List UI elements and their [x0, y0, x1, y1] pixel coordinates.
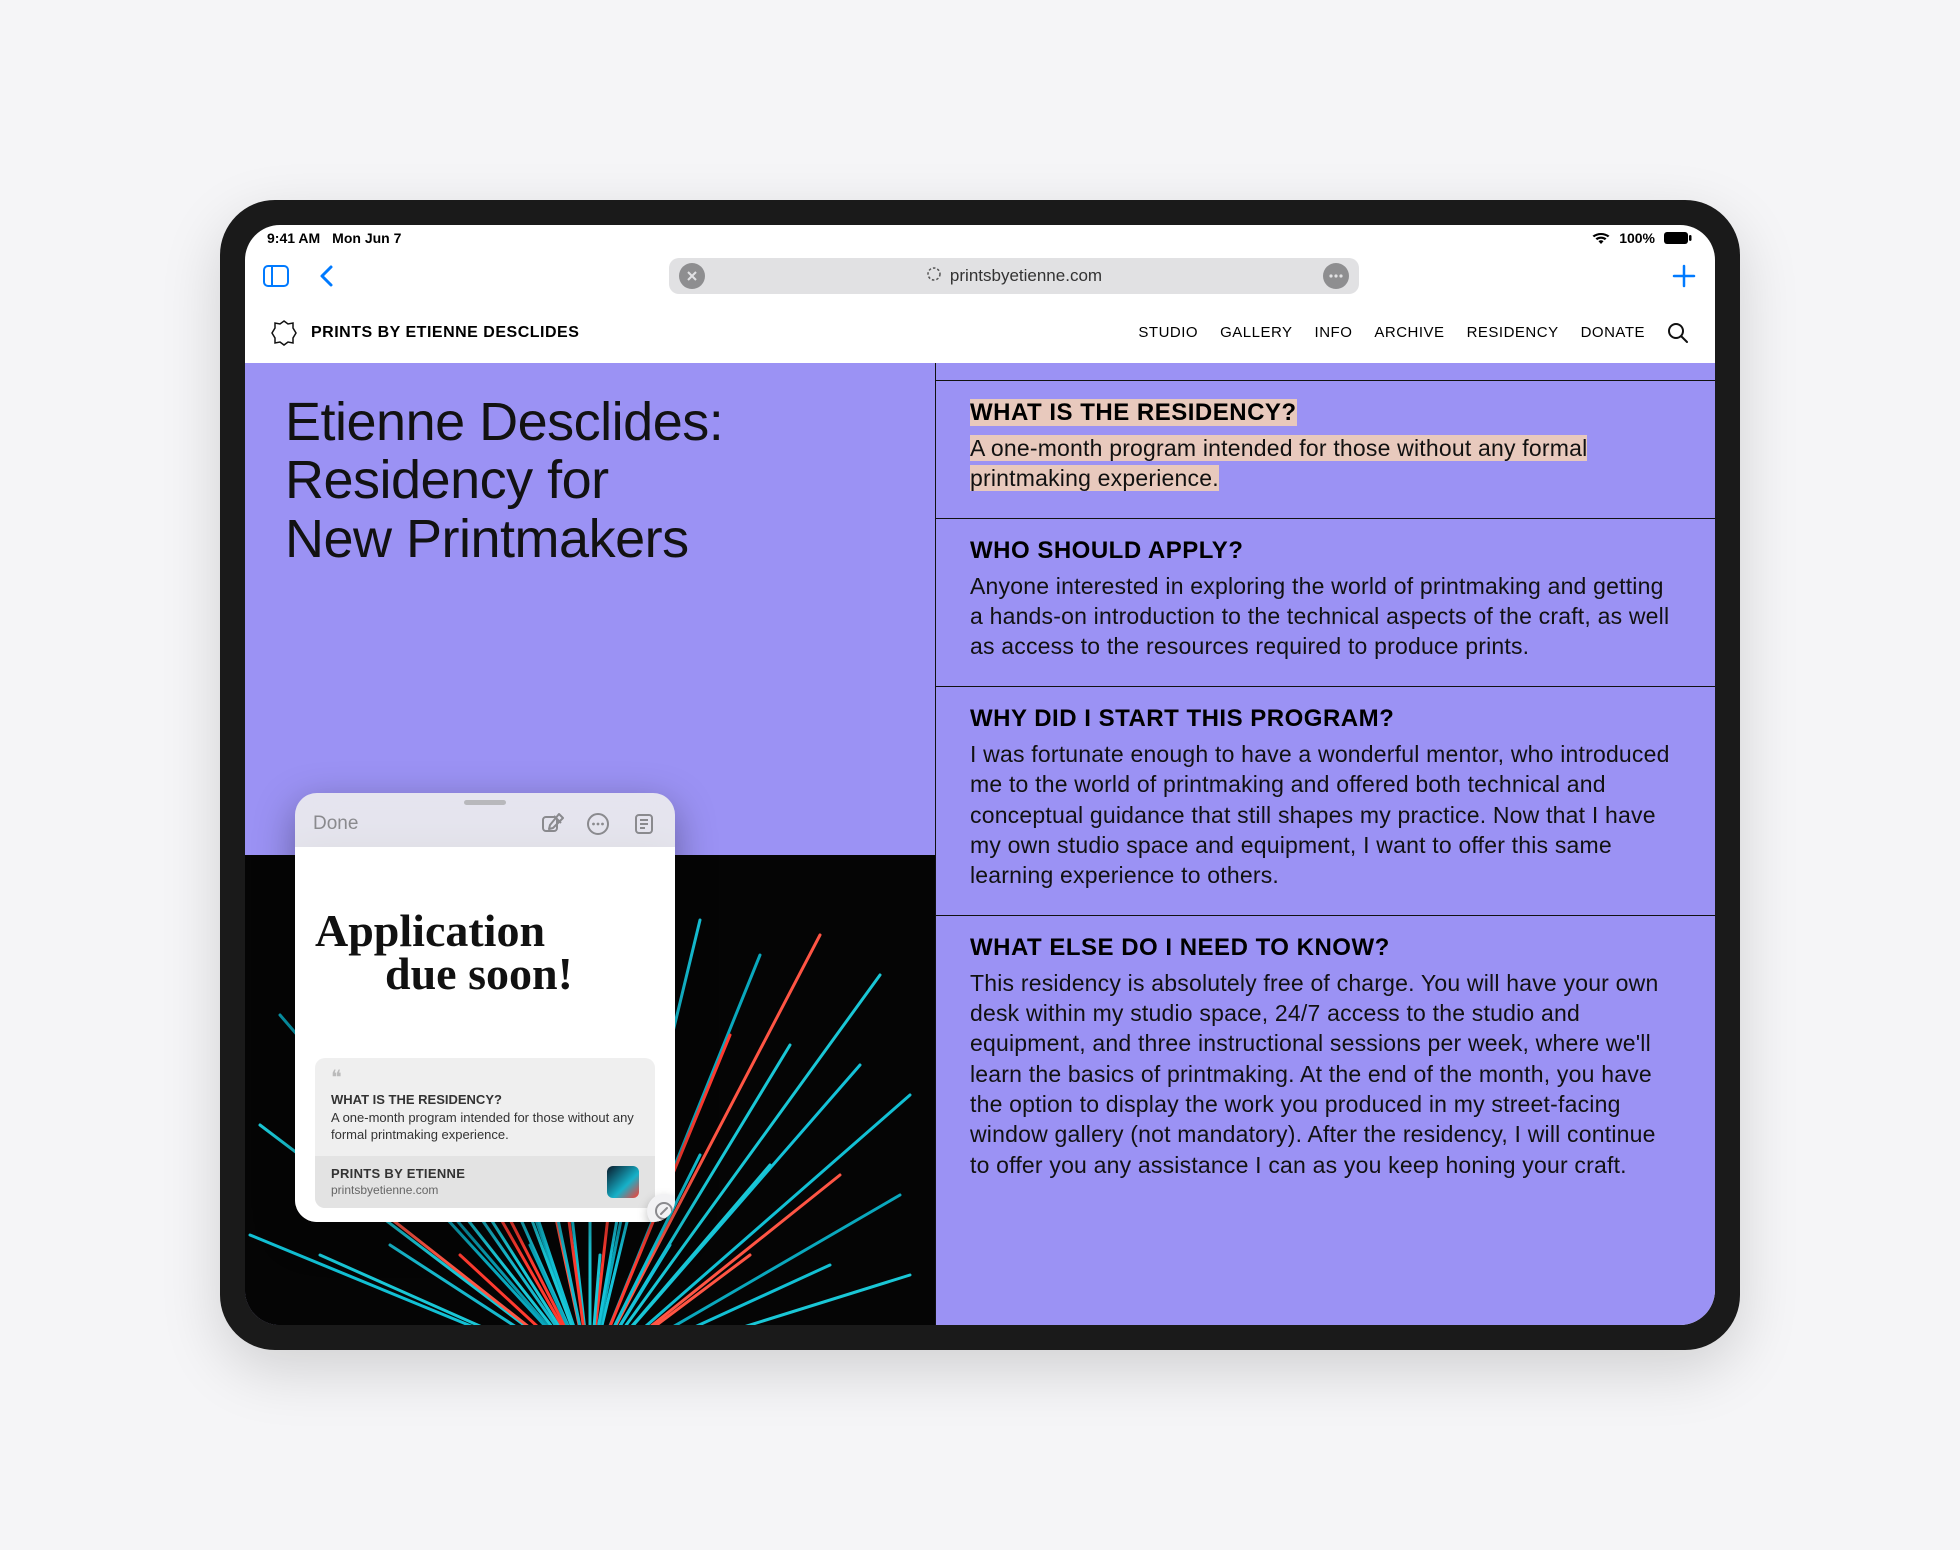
- faq-item: WHAT ELSE DO I NEED TO KNOW? This reside…: [936, 916, 1715, 1205]
- pencil-badge-icon[interactable]: [647, 1194, 675, 1222]
- new-tab-button[interactable]: [1667, 259, 1701, 293]
- sidebar-toggle-icon[interactable]: [259, 259, 293, 293]
- ipad-frame: 9:41 AM Mon Jun 7 100%: [220, 200, 1740, 1350]
- nav-links: STUDIO GALLERY INFO ARCHIVE RESIDENCY DO…: [1138, 322, 1689, 344]
- nav-gallery[interactable]: GALLERY: [1220, 324, 1292, 341]
- quote-title: WHAT IS THE RESIDENCY?: [331, 1092, 639, 1107]
- quick-note-body[interactable]: Application due soon! ❝ WHAT IS THE RESI…: [295, 847, 675, 1222]
- nav-donate[interactable]: DONATE: [1581, 324, 1645, 341]
- drag-handle-icon[interactable]: [295, 793, 675, 811]
- battery-icon: [1663, 231, 1693, 245]
- url-bar[interactable]: printsbyetienne.com: [669, 258, 1359, 294]
- status-bar: 9:41 AM Mon Jun 7 100%: [245, 225, 1715, 251]
- nav-studio[interactable]: STUDIO: [1138, 324, 1198, 341]
- brand-badge-icon: [271, 320, 297, 346]
- quote-card[interactable]: ❝ WHAT IS THE RESIDENCY? A one-month pro…: [315, 1058, 655, 1208]
- faq-question: WHY DID I START THIS PROGRAM?: [970, 705, 1681, 733]
- more-circle-icon[interactable]: [585, 811, 611, 837]
- search-icon[interactable]: [1667, 322, 1689, 344]
- nav-residency[interactable]: RESIDENCY: [1467, 324, 1559, 341]
- quote-source-url: printsbyetienne.com: [331, 1183, 465, 1197]
- privacy-icon: [926, 266, 942, 287]
- back-button[interactable]: [309, 259, 343, 293]
- faq-question: WHAT IS THE RESIDENCY?: [970, 399, 1681, 427]
- ipad-screen: 9:41 AM Mon Jun 7 100%: [245, 225, 1715, 1325]
- notes-list-icon[interactable]: [631, 811, 657, 837]
- faq-answer: This residency is absolutely free of cha…: [970, 968, 1681, 1181]
- nav-archive[interactable]: ARCHIVE: [1374, 324, 1444, 341]
- more-icon[interactable]: [1323, 263, 1349, 289]
- reader-aa-icon[interactable]: [679, 263, 705, 289]
- site-nav: PRINTS BY ETIENNE DESCLIDES STUDIO GALLE…: [245, 301, 1715, 363]
- safari-toolbar: printsbyetienne.com: [245, 251, 1715, 301]
- quick-note-header: Done: [295, 811, 675, 847]
- faq-item: WHAT IS THE RESIDENCY? A one-month progr…: [936, 381, 1715, 519]
- quote-mark-icon: ❝: [331, 1072, 639, 1084]
- faq-item: WHY DID I START THIS PROGRAM? I was fort…: [936, 687, 1715, 916]
- quick-note-panel[interactable]: Done Applicati: [295, 793, 675, 1222]
- brand-title: PRINTS BY ETIENNE DESCLIDES: [311, 324, 579, 342]
- faq-answer: A one-month program intended for those w…: [970, 433, 1681, 494]
- url-text: printsbyetienne.com: [950, 266, 1102, 286]
- faq-answer: I was fortunate enough to have a wonderf…: [970, 739, 1681, 891]
- page-content: Etienne Desclides: Residency for New Pri…: [245, 363, 1715, 1325]
- quote-thumbnail: [607, 1166, 639, 1198]
- faq-answer: Anyone interested in exploring the world…: [970, 571, 1681, 662]
- quote-text: A one-month program intended for those w…: [331, 1109, 639, 1144]
- status-date: Mon Jun 7: [332, 230, 401, 246]
- status-battery-text: 100%: [1619, 230, 1655, 246]
- quote-source[interactable]: PRINTS BY ETIENNE printsbyetienne.com: [315, 1156, 655, 1208]
- quote-source-title: PRINTS BY ETIENNE: [331, 1166, 465, 1181]
- compose-icon[interactable]: [539, 811, 565, 837]
- page-title: Etienne Desclides: Residency for New Pri…: [285, 393, 895, 568]
- done-button[interactable]: Done: [313, 813, 358, 835]
- faq-question: WHO SHOULD APPLY?: [970, 537, 1681, 565]
- faq-question: WHAT ELSE DO I NEED TO KNOW?: [970, 934, 1681, 962]
- right-column[interactable]: WHAT IS THE RESIDENCY? A one-month progr…: [935, 363, 1715, 1325]
- wifi-icon: [1591, 231, 1611, 245]
- handwritten-note: Application due soon!: [315, 865, 655, 1040]
- faq-item: WHO SHOULD APPLY? Anyone interested in e…: [936, 519, 1715, 687]
- status-time: 9:41 AM: [267, 230, 320, 246]
- site-brand[interactable]: PRINTS BY ETIENNE DESCLIDES: [271, 320, 579, 346]
- faq-top-divider: [936, 363, 1715, 381]
- nav-info[interactable]: INFO: [1315, 324, 1353, 341]
